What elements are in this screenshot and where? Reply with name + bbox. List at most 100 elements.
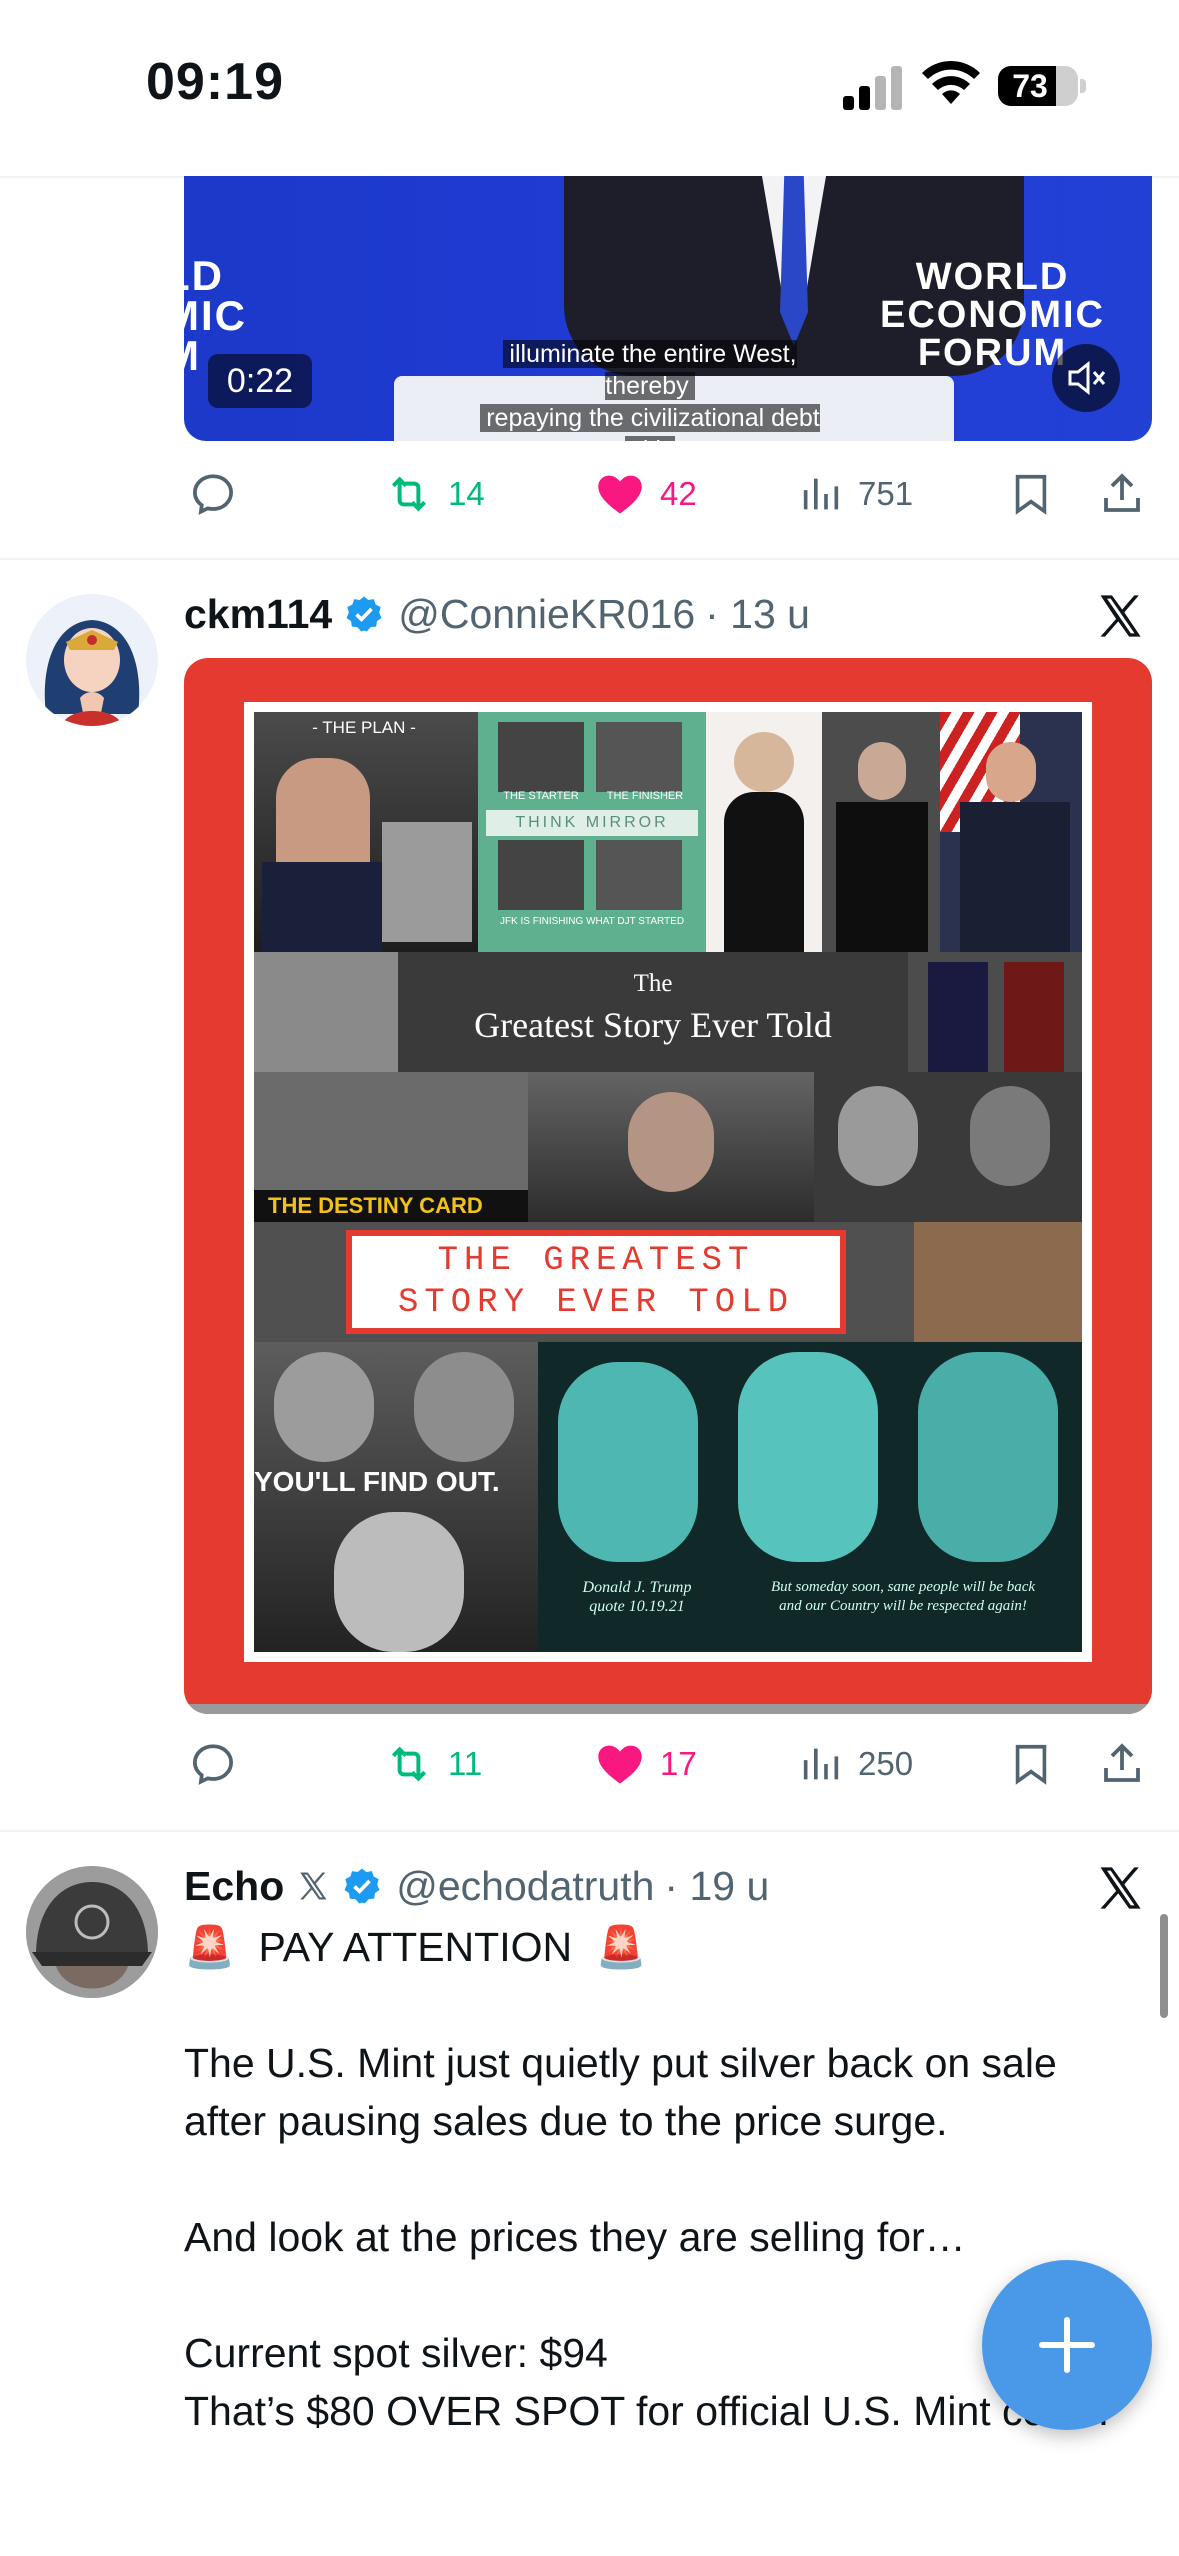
timestamp[interactable]: · 19 u — [664, 1863, 769, 1910]
tweet2-actions: 11 17 250 — [184, 1732, 1152, 1796]
greatest-story-title: Greatest Story Ever Told — [474, 1005, 832, 1045]
like-count: 17 — [660, 1745, 697, 1782]
views-icon — [803, 1748, 839, 1780]
the-text: The — [633, 970, 673, 997]
handle[interactable]: @ConnieKR016 — [398, 591, 695, 638]
avatar[interactable] — [26, 1866, 158, 1998]
video-caption: illuminate the entire West, thereby repa… — [460, 338, 840, 441]
repost-count: 14 — [448, 475, 485, 512]
the-finisher-label: THE FINISHER — [606, 790, 684, 802]
collage: - THE PLAN - THE STARTER THE FINISHER TH… — [254, 712, 1082, 1652]
views-icon — [803, 478, 839, 510]
photo-think-mirror: THE STARTER THE FINISHER THINK MIRROR JF… — [478, 712, 706, 952]
wifi-icon — [922, 60, 980, 104]
photo-portrait — [528, 1072, 814, 1222]
greatest-banner: THE GREATEST STORY EVER TOLD — [346, 1230, 846, 1334]
battery-nub — [1080, 79, 1086, 93]
bookmark-icon — [1015, 1744, 1047, 1785]
status-time: 09:19 — [146, 53, 284, 111]
photo-tuxedo — [822, 712, 940, 952]
photo-plan: - THE PLAN - — [254, 712, 478, 952]
repost-icon — [391, 476, 427, 512]
photo-teal: Donald J. Trump quote 10.19.21 But somed… — [538, 1342, 1082, 1652]
video-tie — [780, 176, 808, 346]
photo-flag-seated — [940, 712, 1082, 952]
x-affiliate-icon — [300, 1872, 327, 1900]
plus-icon — [1039, 2317, 1095, 2373]
timestamp[interactable]: · 13 u — [705, 591, 810, 638]
battery-icon: 73 — [998, 66, 1078, 106]
reply-icon — [192, 474, 234, 515]
share-button[interactable] — [1098, 1732, 1146, 1796]
banner-line-2: STORY EVER TOLD — [397, 1284, 795, 1322]
heart-icon — [598, 1745, 642, 1784]
divider — [0, 558, 1179, 560]
reply-button[interactable] — [188, 462, 238, 526]
display-name[interactable]: Echo — [184, 1863, 284, 1910]
repost-button[interactable]: 11 — [384, 1732, 482, 1796]
compose-button[interactable] — [982, 2260, 1152, 2430]
avatar[interactable] — [26, 594, 158, 726]
photo-row3-b — [814, 1072, 1082, 1222]
row4: THE GREATEST STORY EVER TOLD — [254, 1222, 1082, 1342]
photo-diana — [706, 712, 822, 952]
heart-icon — [598, 475, 642, 514]
like-button[interactable]: 42 — [594, 462, 697, 526]
photo-row2-a — [254, 952, 398, 1072]
avatar-image — [26, 594, 158, 726]
banner-line-1: THE GREATEST — [437, 1242, 755, 1280]
jfk-caption: JFK IS FINISHING WHAT DJT STARTED — [499, 916, 685, 927]
like-count: 42 — [660, 475, 697, 512]
like-button[interactable]: 17 — [594, 1732, 697, 1796]
photo-row3-a: THE DESTINY CARD — [254, 1072, 528, 1222]
tweet3-headline: 🚨 PAY ATTENTION 🚨 — [184, 1918, 1144, 1976]
x-logo-icon[interactable] — [1094, 590, 1146, 642]
back-quote-label: But someday soon, sane people will be ba… — [770, 1579, 1036, 1614]
bookmark-button[interactable] — [1008, 462, 1054, 526]
views-button[interactable]: 250 — [798, 1732, 913, 1796]
destiny-card-label: THE DESTINY CARD — [254, 1190, 528, 1222]
image-bottom-strip — [184, 1704, 1152, 1714]
video-player[interactable]: LD MIC M WORLD ECONOMIC FORUM illuminate… — [184, 176, 1152, 441]
reply-button[interactable] — [188, 1732, 238, 1796]
tweet1-actions: 14 42 751 — [184, 462, 1152, 526]
find-out-label: YOU'LL FIND OUT. — [254, 1466, 500, 1497]
avatar-image — [26, 1866, 158, 1998]
reply-icon — [192, 1744, 234, 1785]
caption-line-1: illuminate the entire West, thereby — [503, 340, 797, 400]
x-logo-icon[interactable] — [1094, 1862, 1146, 1914]
headline-text: PAY ATTENTION — [258, 1924, 573, 1970]
divider — [0, 1830, 1179, 1832]
photo-find-out: YOU'LL FIND OUT. — [254, 1342, 538, 1652]
display-name[interactable]: ckm114 — [184, 591, 332, 638]
alert-emoji: 🚨 — [595, 1924, 647, 1970]
title-banner: The Greatest Story Ever Told — [398, 952, 908, 1072]
tweet2-image[interactable]: - THE PLAN - THE STARTER THE FINISHER TH… — [184, 658, 1152, 1714]
trump-quote-label: Donald J. Trump quote 10.19.21 — [582, 1579, 692, 1615]
tweet3-para2: And look at the prices they are selling … — [184, 2214, 966, 2260]
share-icon — [1104, 1743, 1140, 1782]
share-button[interactable] — [1098, 462, 1146, 526]
tweet2-header: ckm114 @ConnieKR016 · 13 u — [184, 584, 810, 644]
the-starter-label: THE STARTER — [503, 790, 579, 802]
cellular-signal-icon — [843, 64, 905, 110]
bookmark-button[interactable] — [1008, 1732, 1054, 1796]
verified-badge-icon — [344, 1868, 380, 1904]
handle[interactable]: @echodatruth — [396, 1863, 654, 1910]
repost-count: 11 — [448, 1745, 483, 1782]
tweet3-para1: The U.S. Mint just quietly put silver ba… — [184, 2040, 1057, 2144]
views-button[interactable]: 751 — [798, 462, 913, 526]
caption-line-2: repaying the civilizational debt with — [480, 404, 820, 441]
photo-row2-b — [908, 952, 1082, 1072]
muted-speaker-icon — [1068, 360, 1106, 396]
repost-button[interactable]: 14 — [384, 462, 485, 526]
views-count: 250 — [858, 1745, 914, 1782]
views-count: 751 — [858, 475, 914, 512]
bookmark-icon — [1015, 474, 1047, 515]
mute-button[interactable] — [1052, 344, 1120, 412]
status-bar: 09:19 73 — [0, 0, 1179, 176]
video-duration: 0:22 — [208, 354, 312, 408]
tweet3-header: Echo @echodatruth · 19 u — [184, 1856, 769, 1916]
scroll-indicator[interactable] — [1160, 1914, 1168, 2018]
repost-icon — [391, 1746, 427, 1782]
